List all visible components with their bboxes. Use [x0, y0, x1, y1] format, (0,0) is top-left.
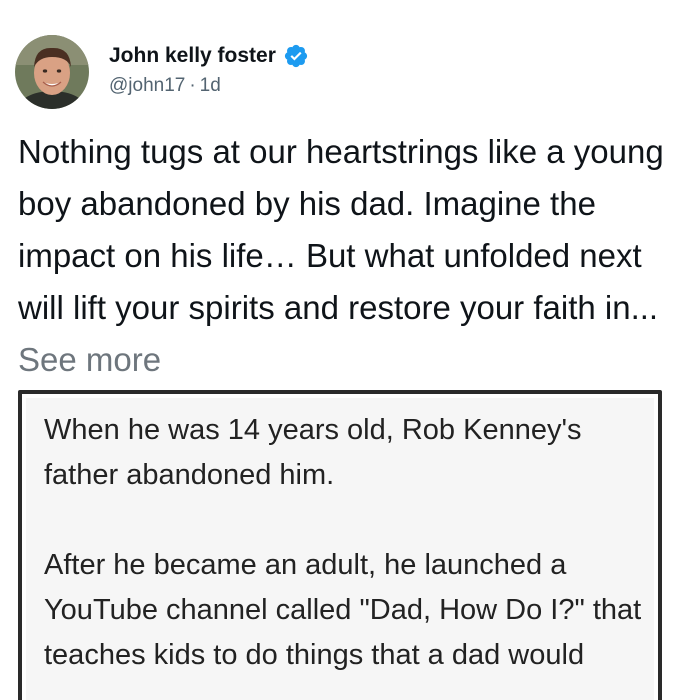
media-text: When he was 14 years old, Rob Kenney's f…	[44, 408, 644, 678]
verified-badge-icon	[283, 43, 309, 69]
post-card: John kelly foster @john17 · 1d Nothing tug…	[0, 0, 700, 700]
media-image[interactable]: When he was 14 years old, Rob Kenney's f…	[18, 390, 662, 700]
post-meta: @john17 · 1d	[109, 75, 309, 97]
author-handle[interactable]: @john17	[109, 75, 185, 96]
post-text: Nothing tugs at our heartstrings like a …	[18, 126, 688, 386]
author-name-row: John kelly foster	[109, 41, 309, 71]
post-timestamp[interactable]: 1d	[200, 75, 221, 96]
post-text-content: Nothing tugs at our heartstrings like a …	[18, 133, 664, 326]
see-more-link[interactable]: See more	[18, 341, 161, 378]
media-paragraph: After he became an adult, he launched a …	[44, 549, 642, 671]
author-name[interactable]: John kelly foster	[109, 44, 276, 68]
media-paragraph: When he was 14 years old, Rob Kenney's f…	[44, 414, 582, 491]
media-image-background: When he was 14 years old, Rob Kenney's f…	[26, 398, 654, 700]
meta-separator: ·	[189, 75, 196, 96]
author-block: John kelly foster @john17 · 1d	[109, 41, 309, 97]
post-header: John kelly foster @john17 · 1d	[15, 35, 309, 109]
avatar[interactable]	[15, 35, 89, 109]
avatar-photo	[15, 35, 89, 109]
